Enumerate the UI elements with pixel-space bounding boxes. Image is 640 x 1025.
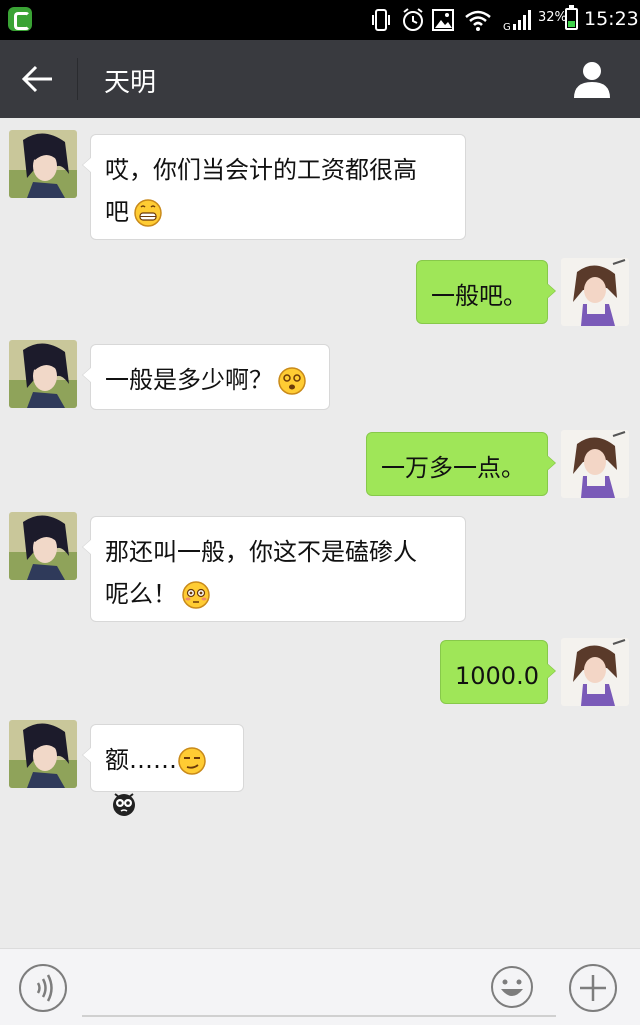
my-avatar[interactable] (561, 638, 629, 706)
message-bubble-received[interactable]: 一般是多少啊？ (82, 344, 330, 410)
vibrate-icon (372, 9, 390, 31)
message-bubble-received[interactable]: 额…… (82, 724, 244, 816)
my-avatar[interactable] (561, 430, 629, 498)
battery-icon (565, 5, 578, 30)
my-avatar[interactable] (561, 258, 629, 326)
status-bar: G 32% 15:23 (0, 0, 640, 40)
chat-title: 天明 (104, 68, 157, 98)
image-icon (432, 9, 454, 31)
contact-profile-icon[interactable] (570, 58, 614, 100)
header-divider (77, 58, 78, 100)
network-type-label: G (503, 22, 511, 32)
back-arrow-icon[interactable] (18, 60, 58, 98)
message-bubble-sent[interactable]: 一万多一点。 (366, 432, 556, 496)
contact-avatar[interactable] (9, 340, 77, 408)
flushed-face-icon (182, 581, 210, 609)
message-bubble-received[interactable]: 哎，你们当会计的工资都很高 吧 (82, 134, 466, 240)
message-text: 那还叫一般，你这不是磕碜人 (105, 538, 417, 566)
app-notification-icon (8, 7, 32, 31)
more-options-icon[interactable] (568, 963, 618, 1013)
emoji-picker-icon[interactable] (490, 965, 534, 1009)
clock: 15:23 (584, 8, 639, 30)
wifi-icon (465, 10, 491, 31)
message-input[interactable] (82, 967, 556, 1017)
alarm-icon (403, 8, 423, 31)
battery-fill (568, 21, 575, 27)
grin-icon (134, 199, 162, 227)
message-text: 一般吧。 (431, 282, 527, 310)
smirk-face-icon (178, 747, 206, 775)
message-list[interactable]: 哎，你们当会计的工资都很高 吧 一般吧。 一般是多少啊？ 一万多一点。 那还叫一… (0, 118, 640, 948)
battery-percent: 32% (538, 10, 567, 25)
contact-avatar[interactable] (9, 720, 77, 788)
chat-header: 天明 (0, 40, 640, 118)
message-text-line2: 吧 (105, 198, 129, 226)
message-bubble-sent[interactable]: 一般吧。 (416, 260, 556, 324)
contact-avatar[interactable] (9, 130, 77, 198)
dizzy-face-icon (278, 367, 306, 395)
black-creature-icon (113, 793, 135, 816)
message-text: 哎，你们当会计的工资都很高 (105, 156, 417, 184)
message-text-line2: 呢么！ (105, 580, 177, 608)
input-bar (0, 948, 640, 1025)
message-bubble-received[interactable]: 那还叫一般，你这不是磕碜人 呢么！ (82, 516, 466, 622)
cell-signal-icon: G (503, 10, 531, 32)
message-text: 一万多一点。 (381, 454, 525, 482)
voice-input-icon[interactable] (18, 963, 68, 1013)
message-text: 一般是多少啊？ (105, 366, 273, 394)
message-text: 额…… (105, 746, 177, 774)
message-bubble-sent[interactable]: 1000.0 (440, 640, 556, 704)
message-text: 1000.0 (455, 662, 539, 690)
contact-avatar[interactable] (9, 512, 77, 580)
